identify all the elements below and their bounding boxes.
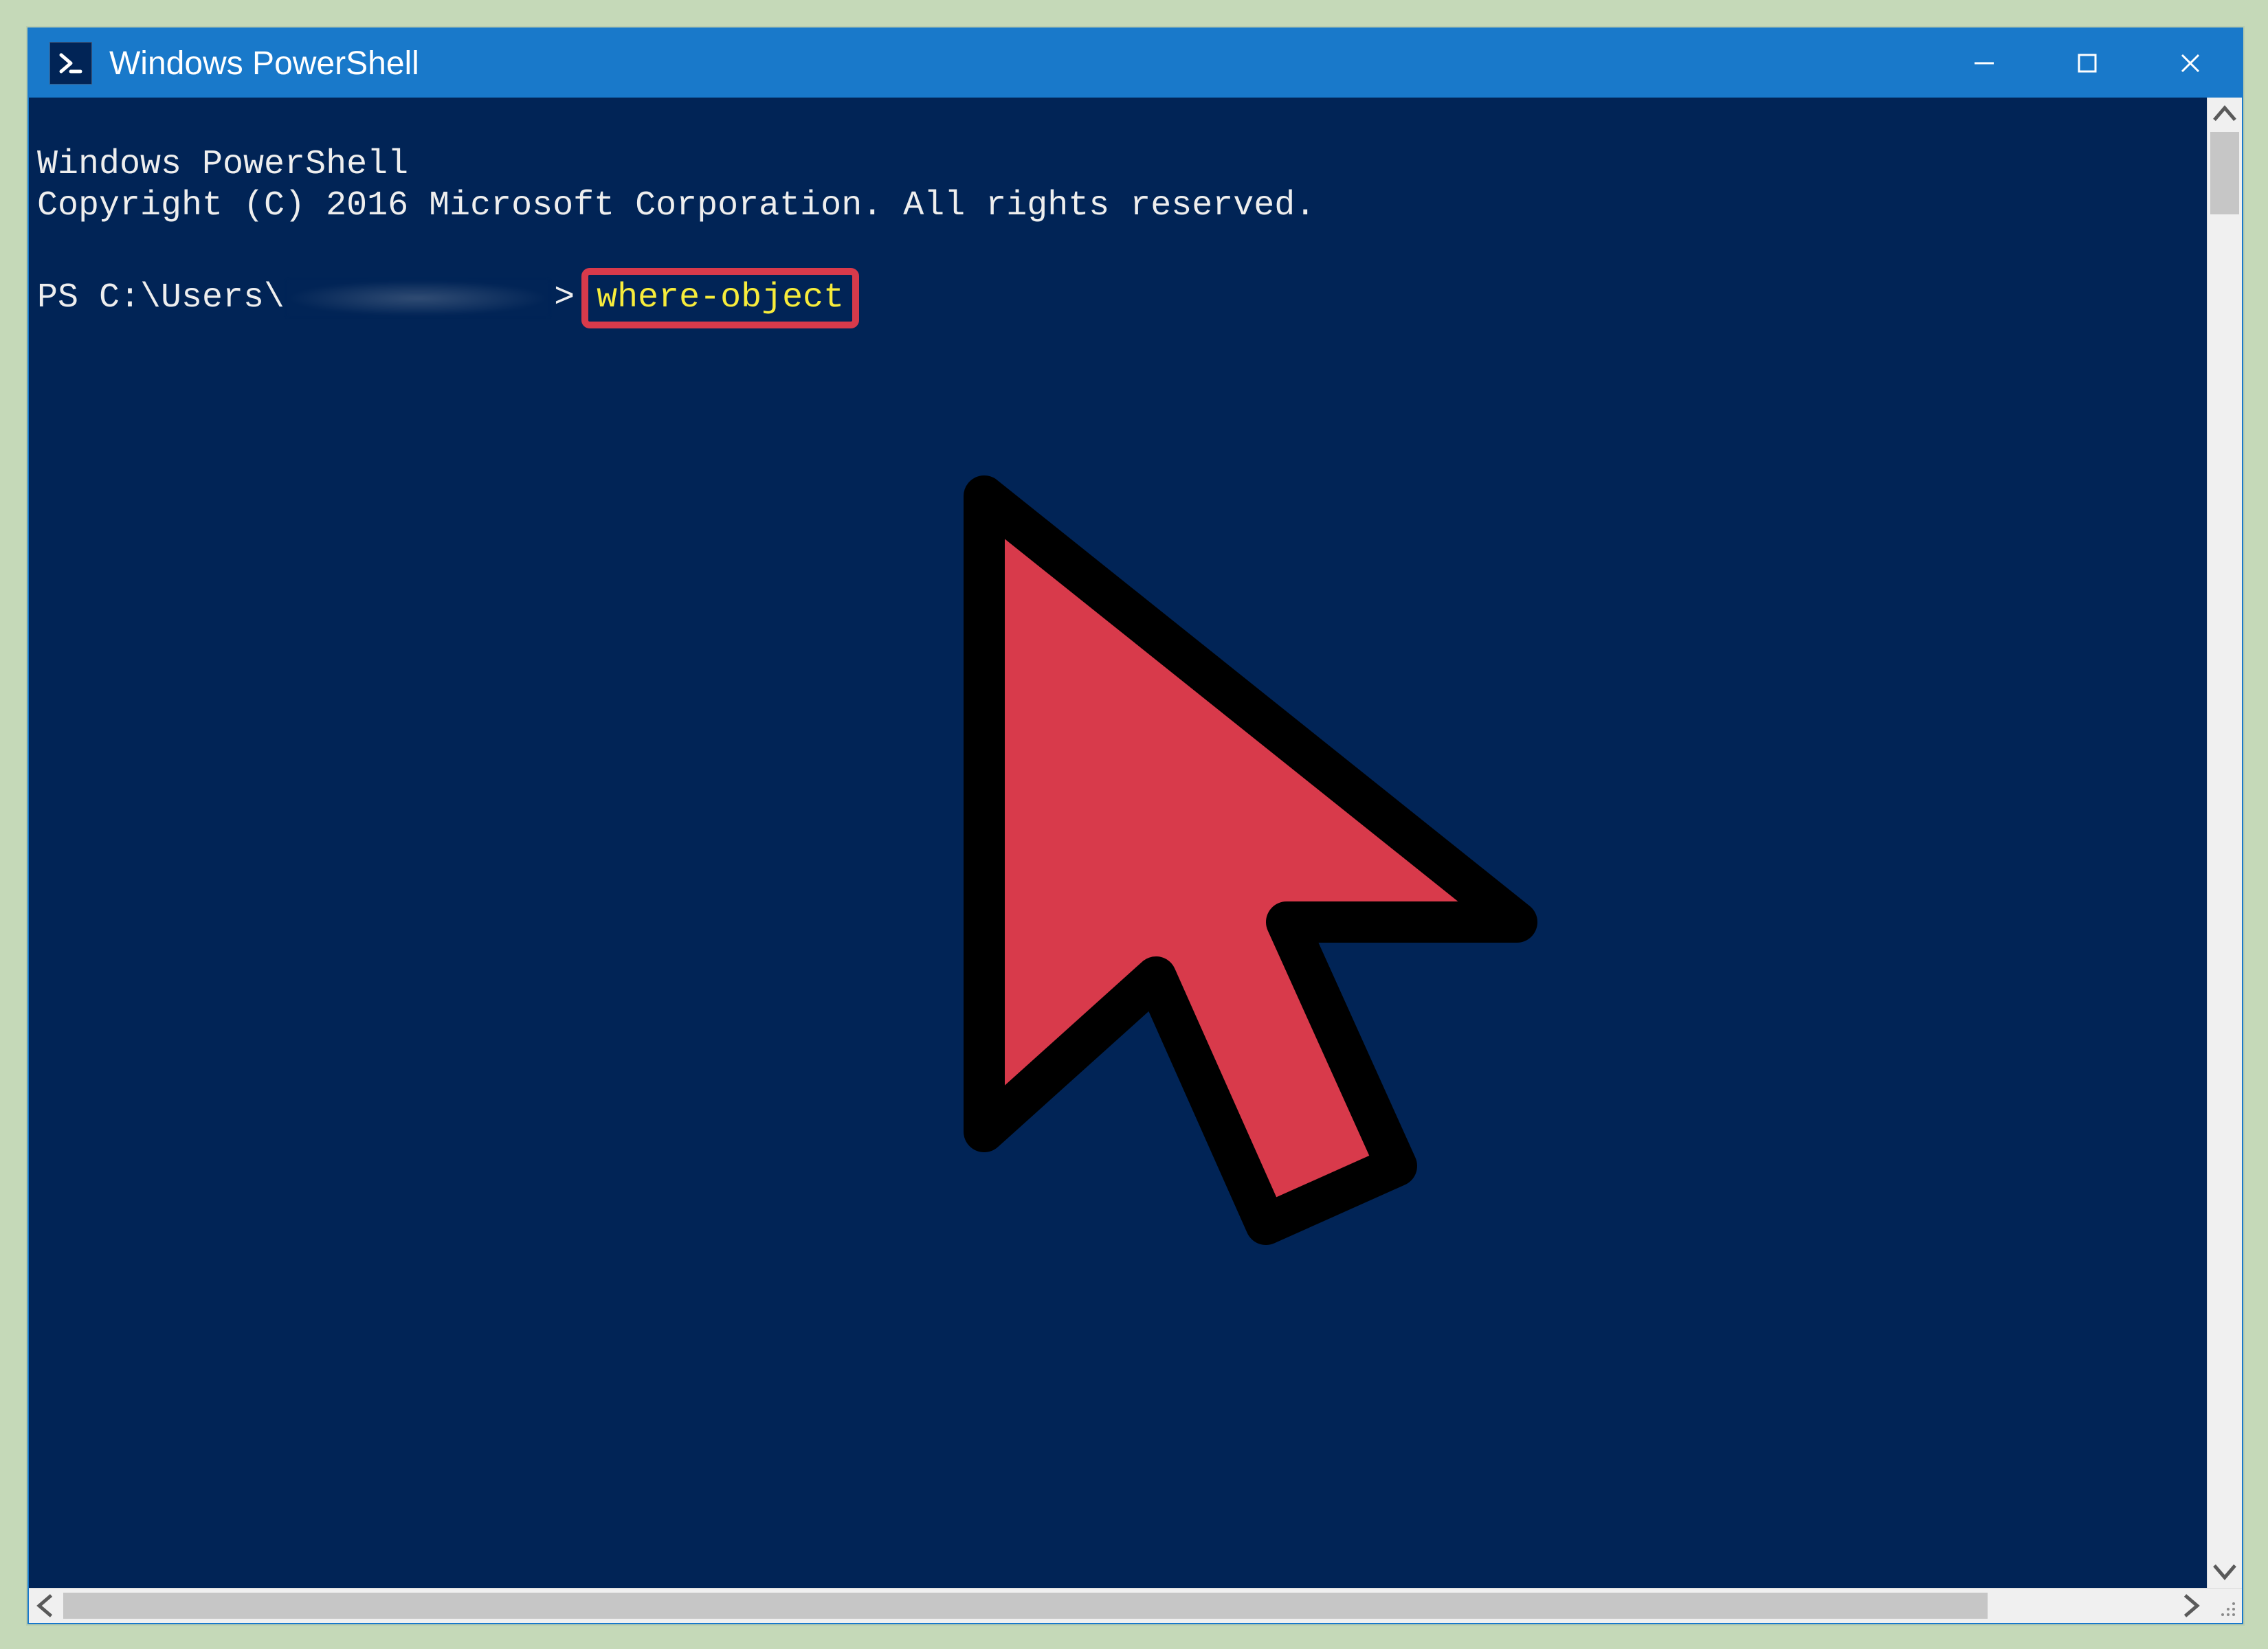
prompt-prefix: PS C:\Users\ (37, 278, 285, 319)
minimize-icon (1970, 49, 1998, 77)
maximize-icon (2074, 49, 2101, 77)
maximize-button[interactable] (2036, 29, 2139, 98)
window-body: Windows PowerShell Copyright (C) 2016 Mi… (29, 98, 2242, 1623)
close-icon (2177, 49, 2204, 77)
chevron-down-icon (2208, 1553, 2242, 1588)
chevron-up-icon (2208, 98, 2242, 132)
prompt-line: PS C:\Users\ > where-object (37, 268, 2199, 328)
console-row: Windows PowerShell Copyright (C) 2016 Mi… (29, 98, 2242, 1588)
chevron-left-icon (29, 1589, 63, 1623)
command-highlight-box: where-object (581, 268, 859, 328)
vertical-scroll-thumb[interactable] (2210, 132, 2239, 214)
window-title: Windows PowerShell (109, 45, 419, 82)
horizontal-scroll-track[interactable] (63, 1589, 2173, 1623)
resize-grip[interactable] (2208, 1589, 2242, 1623)
console-area[interactable]: Windows PowerShell Copyright (C) 2016 Mi… (29, 98, 2207, 1588)
scroll-left-button[interactable] (29, 1589, 63, 1623)
vertical-scroll-track[interactable] (2208, 132, 2242, 1553)
prompt-chevron: > (554, 278, 575, 319)
resize-grip-icon (2216, 1597, 2238, 1619)
console-banner-line2: Copyright (C) 2016 Microsoft Corporation… (37, 186, 1315, 225)
powershell-icon (49, 42, 92, 85)
scroll-right-button[interactable] (2173, 1589, 2208, 1623)
close-button[interactable] (2139, 29, 2242, 98)
powershell-window: Windows PowerShell Windows PowerShell Co… (27, 27, 2243, 1624)
redacted-username (287, 280, 548, 316)
console-banner-line1: Windows PowerShell (37, 145, 408, 184)
scroll-up-button[interactable] (2208, 98, 2242, 132)
typed-command[interactable]: where-object (597, 278, 844, 319)
chevron-right-icon (2173, 1589, 2208, 1623)
horizontal-scroll-thumb[interactable] (63, 1593, 1988, 1619)
titlebar[interactable]: Windows PowerShell (29, 29, 2242, 98)
scroll-down-button[interactable] (2208, 1553, 2242, 1588)
cursor-arrow-icon (641, 420, 1397, 1314)
minimize-button[interactable] (1933, 29, 2036, 98)
horizontal-scrollbar[interactable] (29, 1588, 2242, 1623)
vertical-scrollbar[interactable] (2207, 98, 2242, 1588)
